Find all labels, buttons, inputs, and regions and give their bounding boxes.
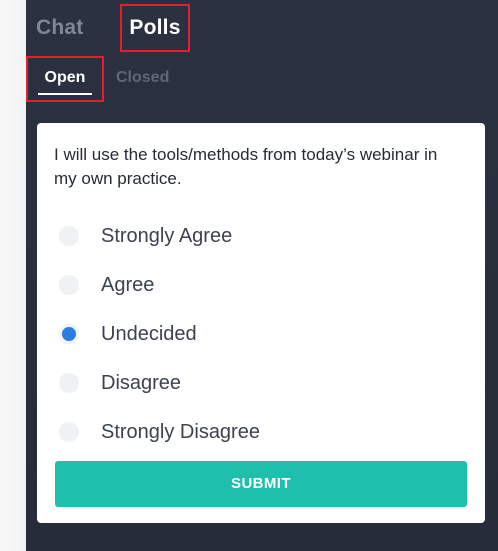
radio-disagree[interactable] bbox=[59, 372, 79, 393]
radio-strongly-agree[interactable] bbox=[59, 225, 79, 246]
option-label: Strongly Agree bbox=[101, 224, 233, 247]
radio-strongly-disagree[interactable] bbox=[59, 421, 79, 442]
radio-agree[interactable] bbox=[59, 274, 79, 295]
option-disagree[interactable]: Disagree bbox=[37, 358, 485, 407]
option-agree[interactable]: Agree bbox=[37, 260, 485, 309]
poll-options: Strongly Agree Agree Undecided Disagree … bbox=[37, 211, 485, 456]
polls-panel: Chat Polls Open Closed I will use the to… bbox=[26, 0, 498, 551]
submit-button[interactable]: SUBMIT bbox=[55, 461, 467, 507]
tab-open-label: Open bbox=[44, 69, 86, 86]
option-strongly-disagree[interactable]: Strongly Disagree bbox=[37, 407, 485, 456]
option-label: Disagree bbox=[101, 371, 182, 394]
option-undecided[interactable]: Undecided bbox=[37, 309, 485, 358]
poll-question: I will use the tools/methods from today’… bbox=[54, 145, 438, 188]
option-label: Agree bbox=[101, 273, 155, 296]
poll-card: I will use the tools/methods from today’… bbox=[37, 123, 485, 523]
tab-open[interactable]: Open bbox=[26, 56, 104, 102]
option-label: Undecided bbox=[101, 322, 197, 345]
main-tab-bar: Chat Polls bbox=[26, 4, 498, 54]
poll-filter-tabs: Open Closed bbox=[26, 56, 498, 102]
tab-closed[interactable]: Closed bbox=[116, 56, 169, 102]
option-label: Strongly Disagree bbox=[101, 420, 260, 443]
option-strongly-agree[interactable]: Strongly Agree bbox=[37, 211, 485, 260]
tab-polls[interactable]: Polls bbox=[120, 4, 190, 52]
tab-chat[interactable]: Chat bbox=[36, 4, 83, 52]
active-tab-underline bbox=[38, 93, 92, 95]
radio-undecided[interactable] bbox=[59, 323, 79, 344]
